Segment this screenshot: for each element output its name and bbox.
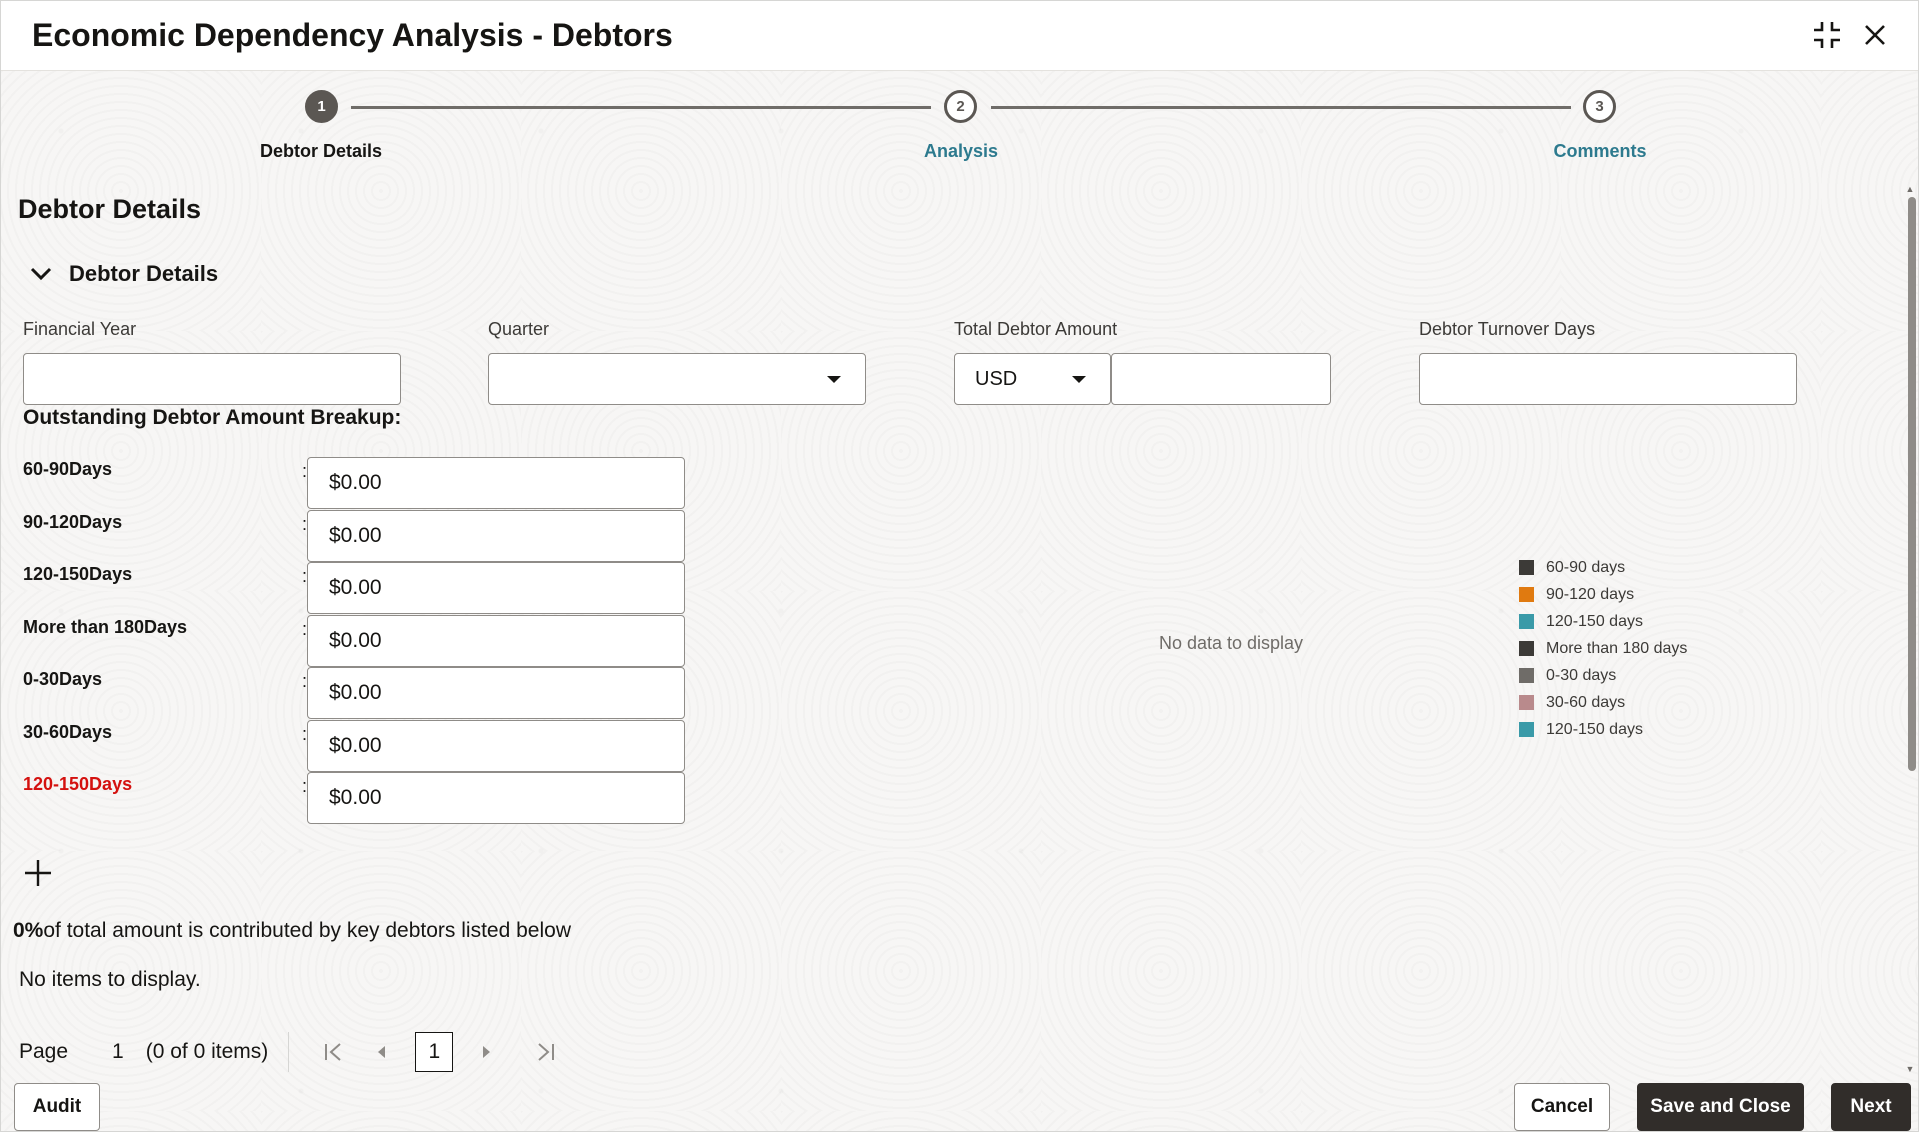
chevron-down-icon[interactable] xyxy=(29,262,53,286)
save-and-close-button[interactable]: Save and Close xyxy=(1637,1083,1804,1131)
bucket-label: 0-30Days xyxy=(23,669,103,689)
train-stepper: 1 2 3 Debtor Details Analysis Comments xyxy=(1,87,1918,167)
debtor-details-collapsible[interactable]: Debtor Details xyxy=(29,261,218,287)
debtor-turnover-days-input[interactable] xyxy=(1419,353,1797,405)
add-icon[interactable] xyxy=(21,856,55,890)
scroll-up-icon[interactable]: ▲ xyxy=(1905,184,1915,194)
bucket-label: 30-60Days xyxy=(23,722,113,742)
bucket-amount-input[interactable]: $0.00 xyxy=(307,615,685,667)
next-button[interactable]: Next xyxy=(1831,1083,1911,1131)
legend-label: 120-150 days xyxy=(1546,720,1643,738)
legend-swatch xyxy=(1519,641,1534,656)
bucket-label: More than 180Days xyxy=(23,617,188,637)
items-count: (0 of 0 items) xyxy=(145,1040,269,1063)
step-2-indicator[interactable]: 2 xyxy=(944,90,977,123)
legend-swatch xyxy=(1519,614,1534,629)
legend-item: 120-150 days xyxy=(1519,716,1687,743)
collapse-icon[interactable] xyxy=(1809,17,1845,53)
dialog-header: Economic Dependency Analysis - Debtors xyxy=(1,1,1918,71)
bucket-amount-input[interactable]: $0.00 xyxy=(307,457,685,509)
step-1-label[interactable]: Debtor Details xyxy=(221,141,421,162)
legend-label: 30-60 days xyxy=(1546,693,1626,711)
current-page-input[interactable]: 1 xyxy=(415,1032,454,1072)
step-2-label[interactable]: Analysis xyxy=(861,141,1061,162)
legend-swatch xyxy=(1519,668,1534,683)
total-debtor-amount-label: Total Debtor Amount xyxy=(954,319,1118,339)
legend-swatch xyxy=(1519,587,1534,602)
total-debtor-amount-input[interactable] xyxy=(1111,353,1331,405)
legend-swatch xyxy=(1519,722,1534,737)
legend-item: More than 180 days xyxy=(1519,635,1687,662)
legend-label: 120-150 days xyxy=(1546,612,1643,630)
vertical-scrollbar[interactable] xyxy=(1908,197,1916,771)
legend-item: 30-60 days xyxy=(1519,689,1687,716)
legend-item: 90-120 days xyxy=(1519,581,1687,608)
dropdown-arrow-icon xyxy=(827,376,841,383)
quarter-select[interactable] xyxy=(488,353,866,405)
cancel-button[interactable]: Cancel xyxy=(1514,1083,1610,1131)
dialog-title: Economic Dependency Analysis - Debtors xyxy=(32,17,673,53)
legend-swatch xyxy=(1519,695,1534,710)
empty-table-message: No items to display. xyxy=(19,968,201,991)
bucket-label: 120-150Days xyxy=(23,774,133,794)
key-debtors-percent: 0% xyxy=(13,919,44,942)
step-3-indicator[interactable]: 3 xyxy=(1583,90,1616,123)
key-debtors-summary-text: of total amount is contributed by key de… xyxy=(43,919,571,942)
currency-select[interactable]: USD xyxy=(954,353,1111,405)
last-page-icon[interactable] xyxy=(531,1037,561,1067)
step-connector xyxy=(351,106,931,109)
scroll-down-icon[interactable]: ▼ xyxy=(1905,1064,1915,1074)
page-label: Page xyxy=(19,1040,69,1063)
chart-no-data: No data to display xyxy=(1158,633,1304,653)
previous-page-icon[interactable] xyxy=(366,1037,396,1067)
legend-label: 60-90 days xyxy=(1546,558,1626,576)
legend-label: 0-30 days xyxy=(1546,666,1617,684)
audit-button[interactable]: Audit xyxy=(14,1083,100,1131)
chart-legend: 60-90 days 90-120 days 120-150 days More th… xyxy=(1519,554,1687,743)
breakup-title: Outstanding Debtor Amount Breakup: xyxy=(23,406,402,429)
bucket-label: 60-90Days xyxy=(23,459,113,479)
currency-select-value: USD xyxy=(975,367,1018,390)
collapsible-title: Debtor Details xyxy=(69,261,219,286)
first-page-icon[interactable] xyxy=(318,1037,348,1067)
key-debtors-summary: 0%of total amount is contributed by key … xyxy=(13,919,571,943)
page-number: 1 xyxy=(112,1040,124,1063)
page-title: Debtor Details xyxy=(18,194,202,224)
debtor-turnover-days-label: Debtor Turnover Days xyxy=(1419,319,1596,339)
financial-year-input[interactable] xyxy=(23,353,401,405)
financial-year-label: Financial Year xyxy=(23,319,137,339)
bucket-label: 120-150Days xyxy=(23,564,133,584)
bucket-amount-input[interactable]: $0.00 xyxy=(307,772,685,824)
legend-item: 120-150 days xyxy=(1519,608,1687,635)
bucket-amount-input[interactable]: $0.00 xyxy=(307,720,685,772)
step-1-indicator[interactable]: 1 xyxy=(305,90,338,123)
step-connector xyxy=(991,106,1571,109)
bucket-amount-input[interactable]: $0.00 xyxy=(307,562,685,614)
next-page-icon[interactable] xyxy=(472,1037,502,1067)
legend-item: 0-30 days xyxy=(1519,662,1687,689)
legend-swatch xyxy=(1519,560,1534,575)
step-3-label[interactable]: Comments xyxy=(1500,141,1700,162)
bucket-label: 90-120Days xyxy=(23,512,123,532)
pagination: Page 1 (0 of 0 items) 1 xyxy=(19,1032,570,1072)
legend-label: More than 180 days xyxy=(1546,639,1688,657)
close-icon[interactable] xyxy=(1857,17,1893,53)
legend-label: 90-120 days xyxy=(1546,585,1635,603)
bucket-amount-input[interactable]: $0.00 xyxy=(307,510,685,562)
quarter-label: Quarter xyxy=(488,319,550,339)
debtors-dialog: Economic Dependency Analysis - Debtors 1… xyxy=(0,0,1919,1132)
pager-divider xyxy=(288,1032,290,1072)
dropdown-arrow-icon xyxy=(1072,376,1086,383)
legend-item: 60-90 days xyxy=(1519,554,1687,581)
bucket-amount-input[interactable]: $0.00 xyxy=(307,667,685,719)
